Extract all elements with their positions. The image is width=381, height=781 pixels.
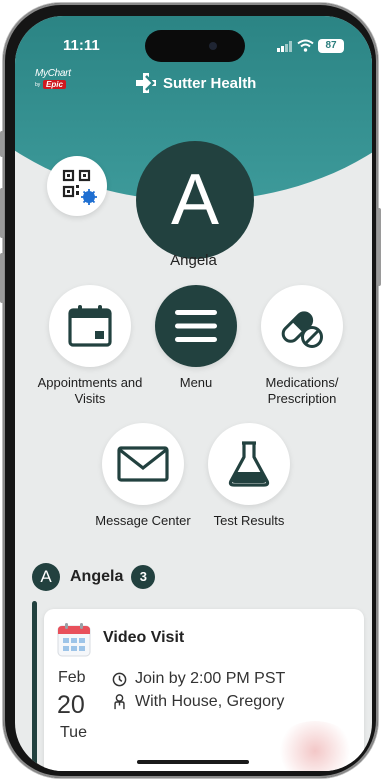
brand-name: Sutter Health — [163, 74, 257, 92]
notification-count-badge: 3 — [131, 565, 156, 589]
power-button — [377, 208, 381, 286]
provider-text: With House, Gregory — [135, 693, 285, 710]
test-results-tile[interactable]: Test Results — [194, 423, 304, 529]
hamburger-menu-icon — [175, 310, 217, 342]
qr-code-icon — [62, 169, 97, 205]
message-center-circle — [102, 423, 184, 505]
app-screen: 11:11 87 MyChart by Epic Sutter Health A… — [15, 16, 372, 771]
feed-accent-bar — [32, 601, 37, 771]
dynamic-island — [145, 30, 245, 62]
appointments-label: Appointments and Visits — [37, 375, 143, 406]
menu-tile[interactable]: Menu — [141, 285, 251, 391]
appointments-circle — [49, 285, 131, 367]
mychart-by: by — [35, 82, 41, 88]
visit-day: 20 — [57, 691, 85, 719]
mychart-wordmark: MyChart — [35, 68, 71, 79]
message-center-tile[interactable]: Message Center — [88, 423, 198, 529]
battery-indicator: 87 — [318, 39, 344, 53]
menu-label: Menu — [179, 375, 213, 390]
feed-avatar: A — [32, 563, 60, 591]
calendar-icon — [68, 305, 112, 347]
visit-weekday: Tue — [60, 724, 87, 741]
medications-tile[interactable]: Medications/ Prescription — [247, 285, 357, 407]
visit-month: Feb — [58, 669, 86, 686]
appointments-tile[interactable]: Appointments and Visits — [35, 285, 145, 407]
sutter-health-logo: Sutter Health — [135, 72, 256, 94]
phone-frame: 11:11 87 MyChart by Epic Sutter Health A… — [0, 3, 381, 778]
volume-up-button — [0, 188, 4, 238]
provider-person-icon — [114, 694, 125, 710]
profile-avatar[interactable]: A — [136, 141, 254, 259]
test-results-label: Test Results — [213, 513, 285, 528]
feed-name: Angela — [70, 568, 124, 585]
appointment-calendar-icon — [57, 623, 91, 657]
mychart-logo: MyChart by Epic — [35, 68, 81, 94]
flask-icon — [228, 441, 270, 487]
envelope-icon — [117, 446, 169, 482]
medications-circle — [261, 285, 343, 367]
home-indicator[interactable] — [137, 760, 249, 764]
join-time-text: Join by 2:00 PM PST — [135, 670, 286, 687]
join-time-row: Join by 2:00 PM PST — [112, 670, 285, 688]
epic-wordmark: Epic — [43, 80, 66, 89]
profile-name: Angela — [170, 252, 217, 269]
menu-circle — [155, 285, 237, 367]
clock-icon — [112, 672, 127, 686]
cellular-signal-icon — [277, 41, 292, 52]
status-time: 11:11 — [63, 37, 100, 54]
qr-share-button[interactable] — [47, 156, 107, 216]
volume-down-button — [0, 253, 4, 303]
message-center-label: Message Center — [95, 513, 191, 528]
mute-switch — [0, 131, 4, 157]
provider-row: With House, Gregory — [112, 693, 284, 711]
pill-icon — [281, 311, 323, 348]
feed-header[interactable]: A Angela 3 — [32, 563, 156, 591]
wifi-icon — [297, 39, 314, 52]
sutter-health-cross-icon — [136, 73, 156, 93]
medications-label: Medications/ Prescription — [265, 375, 339, 406]
test-results-circle — [208, 423, 290, 505]
visit-title: Video Visit — [103, 629, 185, 646]
camera-icon — [209, 42, 217, 50]
